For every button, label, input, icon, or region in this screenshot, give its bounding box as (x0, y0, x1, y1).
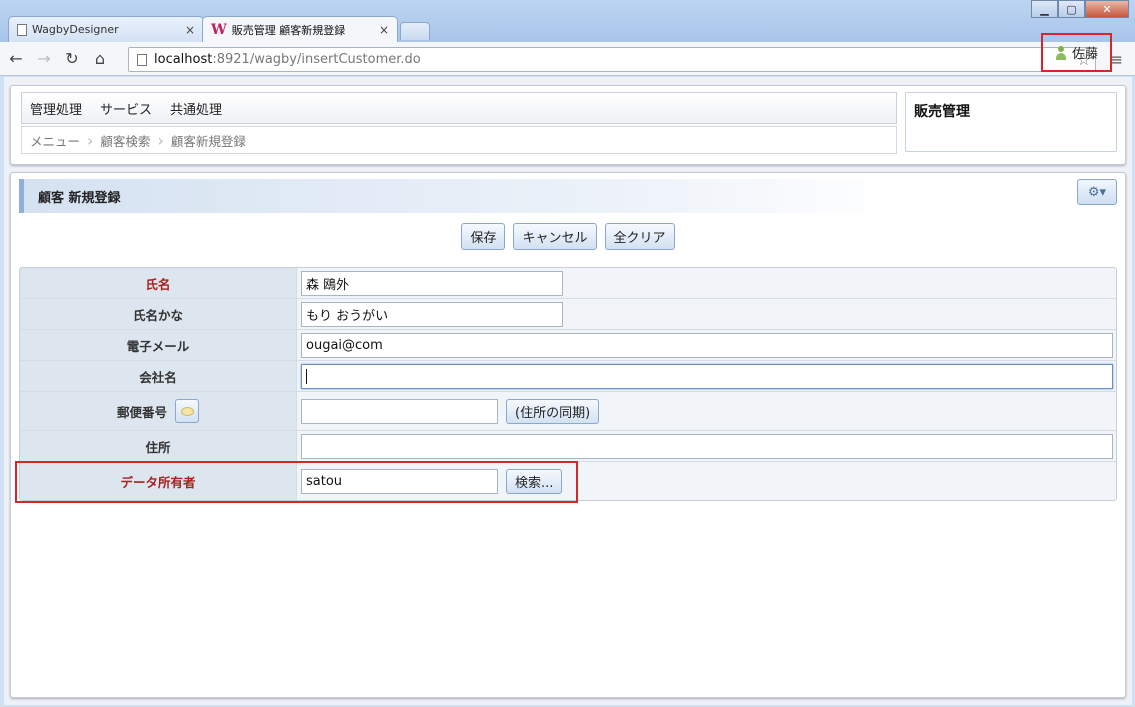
page-body: 管理処理 サービス 共通処理 メニュー › 顧客検索 › 顧客新規登録 販売管理… (4, 77, 1132, 705)
app-header: 管理処理 サービス 共通処理 メニュー › 顧客検索 › 顧客新規登録 販売管理 (10, 85, 1126, 165)
url-path: :8921/wagby/insertCustomer.do (212, 52, 421, 67)
main-panel: 顧客 新規登録 ⚙▾ 保存 キャンセル 全クリア 氏名 森 鴎外 氏名かな もり… (10, 172, 1126, 698)
breadcrumb-customer-search[interactable]: 顧客検索 (100, 131, 150, 150)
breadcrumb-menu[interactable]: メニュー (30, 131, 80, 150)
app-panel: 販売管理 (905, 92, 1117, 152)
email-input[interactable]: ougai@com (301, 332, 1113, 358)
owner-highlight-box (15, 461, 578, 503)
form-row-name-kana: 氏名かな もり おうがい (20, 299, 1116, 330)
main-menu: 管理処理 サービス 共通処理 (21, 92, 897, 124)
postal-input[interactable] (301, 398, 498, 424)
name-label: 氏名 (20, 268, 297, 298)
close-window-icon[interactable]: ✕ (1085, 0, 1129, 18)
minimize-icon[interactable]: ▁ (1031, 0, 1058, 18)
maximize-icon[interactable]: ▢ (1058, 0, 1085, 18)
breadcrumb-customer-register: 顧客新規登録 (170, 133, 246, 149)
postal-label: 郵便番号 (116, 404, 167, 420)
tab-close-icon[interactable]: × (379, 23, 389, 37)
save-button[interactable]: 保存 (461, 223, 506, 250)
address-label: 住所 (20, 431, 297, 461)
menu-item-service[interactable]: サービス (100, 99, 152, 118)
balloon-icon (180, 406, 194, 416)
url-host: localhost (154, 52, 213, 67)
cancel-button[interactable]: キャンセル (513, 223, 597, 250)
name-kana-label: 氏名かな (20, 299, 297, 329)
tab-wagbydesigner[interactable]: WagbyDesigner × (8, 16, 204, 42)
user-name[interactable]: 佐藤 (1072, 43, 1098, 62)
tab-close-icon[interactable]: × (185, 23, 195, 37)
gear-icon: ⚙▾ (1087, 184, 1107, 200)
tab-customer-register[interactable]: W 販売管理 顧客新規登録 × (202, 16, 398, 43)
user-icon (1055, 45, 1067, 60)
name-kana-input[interactable]: もり おうがい (301, 301, 563, 327)
forward-icon[interactable]: → (32, 49, 56, 68)
window-controls: ▁ ▢ ✕ (1031, 0, 1129, 18)
home-icon[interactable]: ⌂ (88, 49, 112, 68)
section-title: 顧客 新規登録 (19, 179, 899, 213)
browser-toolbar: ← → ↻ ⌂ localhost :8921/wagby/insertCust… (0, 42, 1135, 76)
reload-icon[interactable]: ↻ (60, 49, 84, 68)
postal-help-button[interactable] (175, 399, 199, 423)
tab-label: WagbyDesigner (32, 23, 119, 36)
address-input[interactable] (301, 433, 1113, 459)
settings-menu-button[interactable]: ⚙▾ (1077, 179, 1117, 205)
form-row-address: 住所 (20, 431, 1116, 462)
back-icon[interactable]: ← (4, 49, 28, 68)
document-icon (17, 23, 27, 36)
page-icon (137, 53, 147, 66)
address-bar[interactable]: localhost :8921/wagby/insertCustomer.do … (128, 47, 1096, 72)
company-input[interactable] (301, 363, 1113, 389)
browser-titlebar: WagbyDesigner × W 販売管理 顧客新規登録 × ▁ ▢ ✕ (0, 0, 1135, 43)
wagby-logo-icon: W (211, 22, 227, 38)
form-row-company: 会社名 (20, 361, 1116, 392)
company-label: 会社名 (20, 361, 297, 391)
postal-label-cell: 郵便番号 (20, 392, 297, 430)
breadcrumb: メニュー › 顧客検索 › 顧客新規登録 (21, 126, 897, 154)
menu-item-common[interactable]: 共通処理 (170, 99, 222, 118)
email-label: 電子メール (20, 330, 297, 360)
clear-all-button[interactable]: 全クリア (604, 223, 675, 250)
new-tab-button[interactable] (400, 22, 430, 40)
address-sync-button[interactable]: (住所の同期) (506, 398, 600, 424)
user-highlight-box: 佐藤 (1041, 33, 1112, 72)
app-title: 販売管理 (914, 104, 970, 120)
menu-item-admin[interactable]: 管理処理 (30, 99, 82, 118)
form-row-email: 電子メール ougai@com (20, 330, 1116, 361)
tab-label: 販売管理 顧客新規登録 (231, 24, 346, 37)
action-buttons: 保存 キャンセル 全クリア (11, 223, 1125, 250)
form-row-postal: 郵便番号 (住所の同期) (20, 392, 1116, 431)
name-input[interactable]: 森 鴎外 (301, 270, 563, 296)
text-caret (306, 368, 307, 384)
form-row-name: 氏名 森 鴎外 (20, 268, 1116, 299)
breadcrumb-separator-icon: › (157, 130, 164, 150)
breadcrumb-separator-icon: › (87, 130, 94, 150)
